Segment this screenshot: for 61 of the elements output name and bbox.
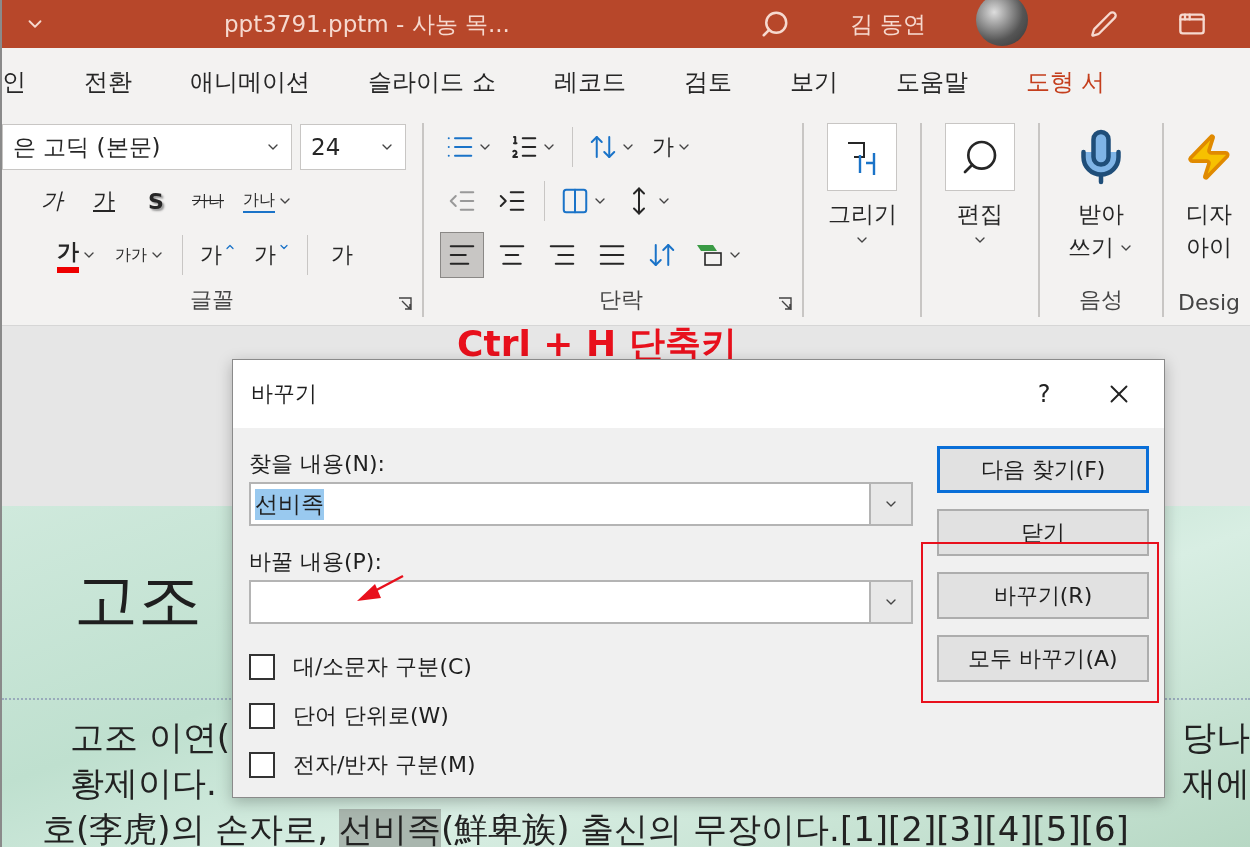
pen-icon[interactable]	[1090, 10, 1119, 38]
window-title: ppt3791.pptm - 사농 목...	[224, 9, 510, 39]
help-button[interactable]: ?	[1014, 379, 1074, 409]
dialog-button[interactable]: 다음 찾기(F)	[937, 446, 1149, 493]
ribbon-tab[interactable]: 도움말	[866, 65, 997, 98]
font-color-button[interactable]: 가	[52, 232, 102, 278]
user-name: 김 동연	[849, 9, 927, 39]
option-label: 전자/반자 구분(M)	[293, 750, 476, 779]
ribbon-tab[interactable]: 레코드	[524, 65, 655, 98]
underline-button[interactable]: 가	[82, 178, 126, 224]
shrink-button[interactable]: 가	[249, 232, 295, 278]
shadow-button[interactable]: S	[134, 178, 178, 224]
ribbon-tab[interactable]: 도형 서	[996, 65, 1135, 98]
option-label: 단어 단위로(W)	[293, 701, 449, 730]
align-left-button[interactable]	[440, 232, 484, 278]
ribbon-tab[interactable]: 인	[2, 65, 55, 98]
slide-body-text: 황제이다.	[69, 766, 217, 800]
font-size-field[interactable]: 24	[300, 124, 406, 170]
group-label: Desig	[1178, 290, 1240, 317]
user-avatar[interactable]	[976, 0, 1029, 46]
dialog-launcher-icon[interactable]	[398, 297, 412, 311]
spacing-button[interactable]: 가나	[238, 178, 298, 224]
ribbon-tab[interactable]: 슬라이드 쇼	[339, 65, 525, 98]
italic-button[interactable]: 가	[30, 178, 74, 224]
checkbox[interactable]	[249, 653, 275, 680]
ribbon-tab[interactable]: 애니메이션	[161, 65, 339, 98]
option-label: 대/소문자 구분(C)	[293, 652, 472, 681]
find-field[interactable]: 선비족	[249, 482, 913, 526]
designer-button[interactable]: 디자 아이	[1164, 123, 1250, 290]
draw-button[interactable]: 그리기	[804, 123, 920, 317]
slide-title: 고조	[74, 568, 202, 632]
dialog-title: 바꾸기	[251, 380, 318, 408]
group-label: 음성	[1079, 286, 1123, 314]
search-icon[interactable]	[759, 9, 790, 39]
replace-field[interactable]	[249, 580, 913, 624]
ribbon-tab[interactable]: 보기	[760, 65, 867, 98]
dialog-launcher-icon[interactable]	[778, 297, 792, 311]
clear-button[interactable]: 가	[320, 232, 364, 278]
slide-body-text: 당나	[1182, 720, 1250, 754]
group-label: 단락	[599, 286, 643, 314]
grow-button[interactable]: 가	[195, 232, 241, 278]
find-label: 찾을 내용(N):	[249, 450, 387, 478]
ribbon-tab[interactable]: 검토	[654, 65, 761, 98]
group-label: 글꼴	[190, 286, 234, 314]
strike-button[interactable]: 가나	[186, 178, 230, 224]
ribbon-tab[interactable]: 전환	[55, 65, 161, 98]
checkbox[interactable]	[249, 702, 275, 729]
slide-body-text: 고조 이연(	[69, 720, 231, 754]
text-direction-button[interactable]: 가	[647, 124, 697, 170]
font-name-field[interactable]: 은 고딕 (본문)	[2, 124, 292, 170]
dictate-button[interactable]: 받아 쓰기	[1040, 123, 1162, 285]
columns-icon	[560, 186, 590, 216]
replace-label: 바꿀 내용(P):	[249, 548, 383, 576]
annotation-arrow	[355, 574, 405, 604]
case-button[interactable]: 가가	[110, 232, 170, 278]
dialog-button[interactable]: 바꾸기(R)	[937, 572, 1149, 619]
dialog-button[interactable]: 모두 바꾸기(A)	[937, 635, 1149, 682]
checkbox[interactable]	[249, 751, 275, 778]
slide-body-text: 호(李虎)의 손자로, 선비족(鮮卑族) 출신의 무장이다.[1][2][3][4][5][6]	[41, 812, 1129, 846]
edit-button[interactable]: 편집	[922, 123, 1038, 317]
slide-body-text: 재에	[1182, 766, 1250, 800]
